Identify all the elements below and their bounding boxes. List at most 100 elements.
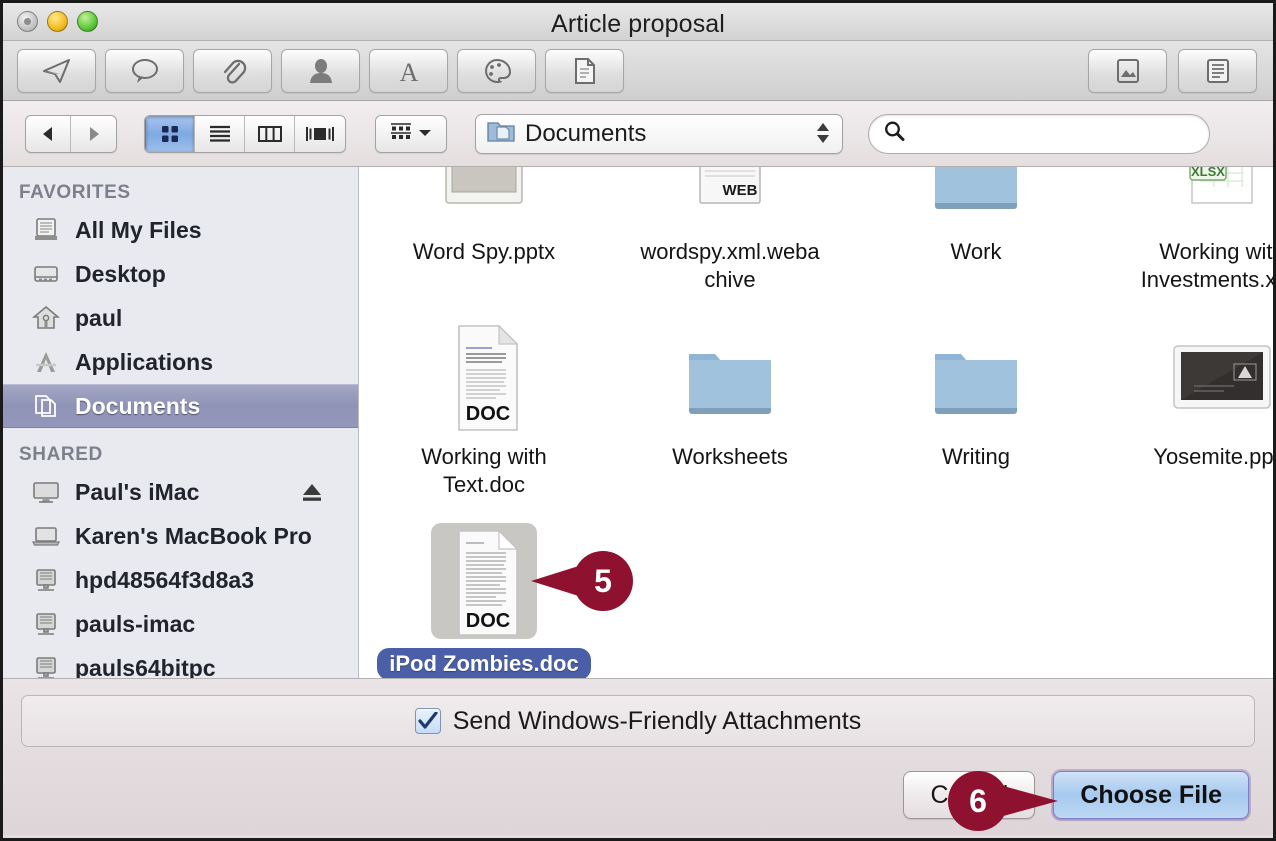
show-stationery-button[interactable] [1178,48,1257,93]
back-forward-segment [25,114,117,153]
file-name: Working with Text.doc [421,444,547,497]
folder-icon [917,167,1035,229]
pc-icon [31,565,61,595]
sidebar-item-documents[interactable]: Documents [3,384,358,428]
svg-text:XLSX: XLSX [1191,167,1225,179]
arrange-button[interactable] [375,114,447,153]
palette-icon [483,57,511,85]
file-item[interactable]: WEB wordspy.xml.weba chive [607,167,853,308]
icon-view-button[interactable] [145,115,195,152]
sidebar-item-label: Applications [75,348,214,375]
mail-toolbar-left: A [17,48,624,93]
file-grid-area[interactable]: Word Spy.pptx WEB wordspy.xml.weba chive [359,167,1273,678]
doc-icon: DOC [425,316,543,434]
webarchive-icon: WEB [671,167,789,229]
sidebar-item-paul[interactable]: paul [3,296,358,340]
callout-number: 5 [573,551,633,611]
photo-browser-icon [1115,57,1141,85]
folder-icon [671,316,789,434]
pc-icon [31,653,61,678]
stationery-button[interactable] [545,48,624,93]
mail-toolbar-right [1088,48,1257,93]
file-item[interactable]: Word Spy.pptx [361,167,607,308]
sidebar-item-pauls64bitpc[interactable]: pauls64bitpc [3,646,358,678]
fonts-button[interactable]: A [369,48,448,93]
address-button[interactable] [281,48,360,93]
file-name: iPod Zombies.doc [377,648,591,678]
svg-text:WEB: WEB [723,182,758,199]
desktop-icon [31,259,61,289]
callout-5: 5 [531,551,633,611]
sidebar-item-applications[interactable]: Applications [3,340,358,384]
attach-button[interactable] [193,48,272,93]
sidebar-item-karens-macbook-pro[interactable]: Karen's MacBook Pro [3,514,358,558]
svg-text:A: A [399,58,418,85]
imac-icon [31,477,61,507]
sidebar-item-label: Desktop [75,260,166,287]
photo-browser-button[interactable] [1088,48,1167,93]
mail-toolbar: A [3,41,1273,101]
file-browser-body: FAVORITES All My Files Desktop paul Appl… [3,167,1273,678]
window-title: Article proposal [551,10,725,38]
windows-friendly-checkbox[interactable] [414,708,441,734]
sidebar-item-label: pauls64bitpc [75,654,216,679]
file-item[interactable]: Writing [853,308,1099,513]
path-popup-button[interactable]: Documents [475,113,843,154]
search-field[interactable] [868,113,1210,154]
file-item[interactable]: Worksheets [607,308,853,513]
send-button[interactable] [17,48,96,93]
navigation-bar: Documents [3,101,1273,167]
sidebar-section-favorites-header: FAVORITES [19,182,131,203]
column-view-button[interactable] [245,115,295,152]
choose-file-button[interactable]: Choose File [1053,771,1249,819]
title-bar: Article proposal [3,3,1273,41]
coverflow-view-button[interactable] [295,116,345,152]
path-label: Documents [525,119,647,147]
file-name: Worksheets [672,444,788,469]
arrange-grid-icon [390,122,412,145]
stepper-icon [816,122,830,144]
chat-button[interactable] [105,48,184,93]
dialog-footer: Send Windows-Friendly Attachments Cancel… [3,678,1273,835]
file-item[interactable]: Work [853,167,1099,308]
view-mode-segment [144,114,346,153]
file-item[interactable]: DOC Working with Text.doc [361,308,607,513]
sidebar-item-label: Documents [75,392,201,419]
chat-bubble-icon [130,58,160,84]
sidebar-item-label: hpd48564f3d8a3 [75,566,254,593]
eject-icon[interactable] [300,481,324,508]
paperclip-icon [219,56,247,86]
forward-button[interactable] [71,116,116,152]
search-icon [883,120,905,147]
person-icon [308,57,334,85]
sidebar[interactable]: FAVORITES All My Files Desktop paul Appl… [3,167,359,678]
windows-friendly-label: Send Windows-Friendly Attachments [452,706,862,735]
list-view-button[interactable] [195,115,245,152]
sidebar-item-label: paul [75,304,123,331]
file-name: Writing [941,444,1011,469]
file-item[interactable]: Yosemite.pptx [1099,308,1273,513]
sidebar-item-label: All My Files [75,216,202,243]
file-grid: Word Spy.pptx WEB wordspy.xml.weba chive [359,167,1273,678]
colors-button[interactable] [457,48,536,93]
send-icon [42,57,72,85]
mail-compose-window: Article proposal A Documents FAVORITES A… [0,0,1276,841]
pc-icon [31,609,61,639]
sidebar-item-desktop[interactable]: Desktop [3,252,358,296]
sidebar-item-pauls-imac-2[interactable]: pauls-imac [3,602,358,646]
windows-friendly-row[interactable]: Send Windows-Friendly Attachments [21,695,1255,747]
sidebar-item-all-my-files[interactable]: All My Files [3,208,358,252]
pptx-dark-icon [1163,316,1273,434]
file-name: Word Spy.pptx [412,239,556,264]
search-input[interactable] [913,122,1193,145]
sidebar-item-hpd48564f3d8a3[interactable]: hpd48564f3d8a3 [3,558,358,602]
file-item[interactable]: XLSX Working with Investments.xlsx [1099,167,1273,308]
documents-icon [31,391,61,421]
file-name: Work [950,239,1002,264]
back-button[interactable] [26,115,71,152]
file-name: Yosemite.pptx [1153,444,1273,469]
sidebar-item-pauls-imac[interactable]: Paul's iMac [3,470,358,514]
file-name: wordspy.xml.weba chive [640,239,820,292]
folder-icon [917,316,1035,434]
sidebar-item-label: Karen's MacBook Pro [75,522,312,549]
